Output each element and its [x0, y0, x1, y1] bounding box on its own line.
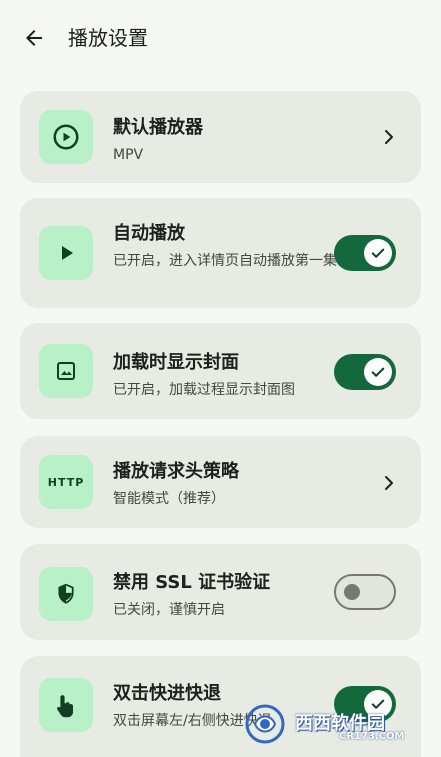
- play-icon: [62, 246, 73, 260]
- top-app-bar: 播放设置: [0, 0, 441, 78]
- shield-icon-container: [39, 567, 93, 621]
- cover-text: 加载时显示封面 已开启，加载过程显示封面图: [113, 350, 337, 400]
- setting-subtitle: 已开启，进入详情页自动播放第一集: [113, 253, 337, 269]
- setting-subtitle: MPV: [113, 147, 144, 163]
- image-icon: [57, 362, 75, 380]
- http-icon-container: HTTP: [39, 455, 93, 509]
- check-icon: [371, 248, 385, 258]
- setting-title: 默认播放器: [113, 117, 203, 138]
- touch-icon-container: [39, 678, 93, 732]
- disable-ssl-toggle[interactable]: [334, 574, 396, 610]
- request-header-text: 播放请求头策略 智能模式（推荐）: [113, 459, 387, 509]
- setting-title: 自动播放: [113, 223, 185, 244]
- default-player-icon-container: [39, 110, 93, 164]
- page-title: 播放设置: [68, 26, 148, 50]
- autoplay-icon-container: [39, 226, 93, 280]
- back-button[interactable]: [20, 24, 48, 52]
- ssl-text: 禁用 SSL 证书验证 已关闭，谨慎开启: [113, 570, 337, 620]
- toggle-knob: [344, 584, 360, 600]
- check-icon: [371, 367, 385, 377]
- setting-title: 双击快进快退: [113, 683, 221, 704]
- double-tap-toggle[interactable]: [334, 686, 396, 722]
- touch-icon: [57, 695, 73, 718]
- setting-title: 播放请求头策略: [113, 461, 239, 482]
- setting-double-tap-seek[interactable]: 双击快进快退 双击屏幕左/右侧快进快退: [20, 656, 421, 757]
- http-icon: HTTP: [47, 475, 85, 489]
- setting-title: 加载时显示封面: [113, 352, 239, 373]
- show-cover-toggle[interactable]: [334, 354, 396, 390]
- shield-icon: [58, 583, 74, 604]
- setting-subtitle: 双击屏幕左/右侧快进快退: [113, 713, 272, 729]
- chevron-right-icon: [382, 476, 396, 490]
- playback-settings-screen: 播放设置 默认播放器 MPV 自动播放 已开启，进入详情页自动播放第一集 加载时…: [0, 0, 441, 757]
- autoplay-text: 自动播放 已开启，进入详情页自动播放第一集: [113, 221, 337, 271]
- double-tap-text: 双击快进快退 双击屏幕左/右侧快进快退: [113, 681, 337, 731]
- check-icon: [371, 699, 385, 709]
- arrow-left-icon: [26, 30, 42, 46]
- setting-default-player[interactable]: 默认播放器 MPV: [20, 91, 421, 183]
- setting-show-cover-while-loading[interactable]: 加载时显示封面 已开启，加载过程显示封面图: [20, 323, 421, 419]
- toggle-knob: [364, 358, 392, 386]
- setting-subtitle: 智能模式（推荐）: [113, 491, 225, 507]
- cover-icon-container: [39, 344, 93, 398]
- toggle-knob: [364, 239, 392, 267]
- setting-autoplay[interactable]: 自动播放 已开启，进入详情页自动播放第一集: [20, 198, 421, 308]
- setting-subtitle: 已开启，加载过程显示封面图: [113, 382, 295, 398]
- toggle-knob: [364, 690, 392, 718]
- setting-subtitle: 已关闭，谨慎开启: [113, 602, 225, 618]
- play-circle-icon: [53, 124, 79, 150]
- default-player-text: 默认播放器 MPV: [113, 115, 387, 165]
- chevron-right-icon: [382, 130, 396, 144]
- autoplay-toggle[interactable]: [334, 235, 396, 271]
- setting-title: 禁用 SSL 证书验证: [113, 572, 271, 593]
- setting-request-header-policy[interactable]: HTTP 播放请求头策略 智能模式（推荐）: [20, 436, 421, 528]
- setting-disable-ssl-verification[interactable]: 禁用 SSL 证书验证 已关闭，谨慎开启: [20, 544, 421, 640]
